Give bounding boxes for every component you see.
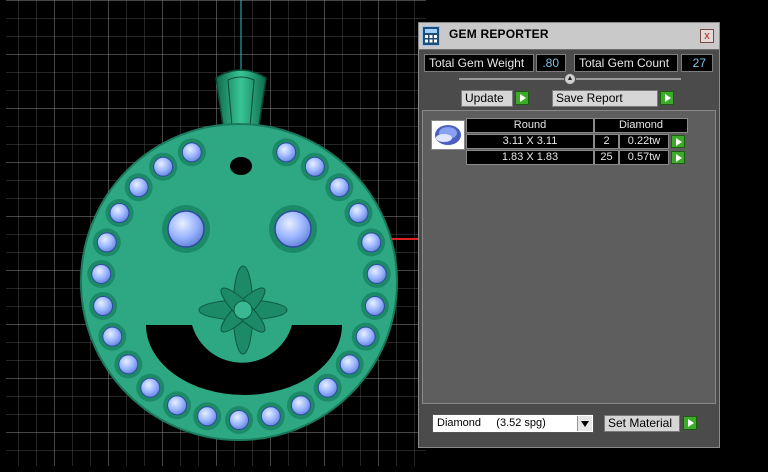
row-select-play-icon[interactable]	[671, 151, 685, 164]
left-eye-gem	[162, 205, 210, 253]
accent-gem	[361, 232, 382, 253]
accent-gem	[91, 263, 112, 284]
accent-gem	[317, 377, 338, 398]
table-header-shape: Round	[466, 118, 594, 133]
accent-gem	[197, 406, 218, 427]
update-button[interactable]: Update	[461, 90, 513, 107]
gem-reporter-panel: GEM REPORTER x Total Gem Weight .80 Tota…	[418, 22, 720, 448]
accent-gem	[304, 156, 325, 177]
accent-gem	[329, 177, 350, 198]
accent-gem	[366, 263, 387, 284]
update-play-icon[interactable]	[515, 91, 529, 105]
save-report-button[interactable]: Save Report	[552, 90, 658, 107]
gem-reporter-icon	[422, 26, 440, 46]
set-material-play-icon[interactable]	[683, 416, 697, 430]
row-size: 3.11 X 3.11	[466, 134, 594, 149]
table-header-material: Diamond	[594, 118, 688, 133]
accent-gem	[109, 203, 130, 223]
accent-gem	[364, 295, 385, 316]
accent-gem	[153, 156, 174, 177]
accent-gem	[167, 395, 188, 416]
collapse-toggle-icon[interactable]: ▲	[564, 73, 576, 85]
row-select-play-icon[interactable]	[671, 135, 685, 148]
round-gem-thumbnail[interactable]	[431, 120, 465, 150]
row-weight: 0.22tw	[619, 134, 669, 149]
accent-gem	[339, 354, 360, 375]
row-weight: 0.57tw	[619, 150, 669, 165]
accent-gem	[118, 354, 139, 375]
total-gem-weight-label: Total Gem Weight	[424, 54, 534, 72]
total-gem-count-label: Total Gem Count	[574, 54, 678, 72]
chevron-down-icon[interactable]	[577, 416, 592, 431]
gem-list: Round Diamond 3.11 X 3.11 2 0.22tw 1.83 …	[422, 110, 716, 404]
accent-gem	[290, 395, 311, 416]
accent-gem	[181, 142, 202, 163]
calculator-icon	[425, 29, 437, 43]
accent-gem	[93, 295, 114, 316]
save-report-play-icon[interactable]	[660, 91, 674, 105]
right-eye-gem	[269, 205, 317, 253]
set-material-button[interactable]: Set Material	[604, 415, 680, 432]
accent-gem	[102, 326, 123, 347]
title-bar[interactable]: GEM REPORTER x	[419, 23, 719, 50]
accent-gem	[355, 326, 376, 347]
total-gem-count-value: 27	[681, 54, 713, 72]
accent-gem	[140, 377, 161, 398]
row-size: 1.83 X 1.83	[466, 150, 594, 165]
row-count: 25	[594, 150, 619, 165]
accent-gem	[96, 232, 117, 253]
accent-gem	[260, 406, 281, 427]
row-count: 2	[594, 134, 619, 149]
accent-gem	[128, 177, 149, 198]
accent-gem	[229, 410, 249, 430]
panel-title: GEM REPORTER	[449, 27, 549, 41]
round-gem-icon	[435, 125, 461, 145]
close-button[interactable]: x	[700, 29, 714, 43]
total-gem-weight-value: .80	[536, 54, 566, 72]
accent-gem	[348, 203, 369, 223]
accent-gem	[276, 142, 297, 163]
material-select[interactable]: Diamond (3.52 spg)	[432, 414, 594, 433]
material-select-value: Diamond (3.52 spg)	[437, 417, 546, 429]
